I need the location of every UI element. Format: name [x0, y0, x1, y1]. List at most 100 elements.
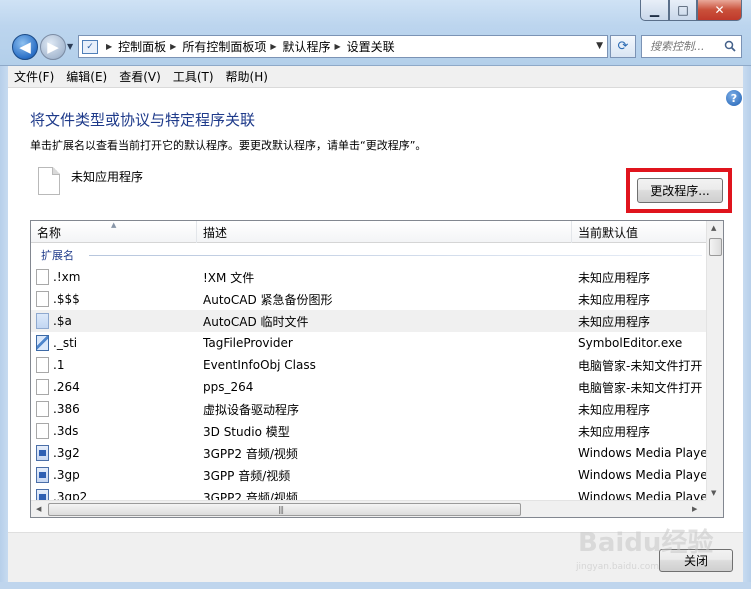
forward-button[interactable]: ▶	[40, 34, 66, 60]
column-header-name-label: 名称	[37, 225, 62, 240]
list-item[interactable]: .3gp 3GPP 音频/视频 Windows Media Player	[31, 464, 706, 486]
description-cell: pps_264	[203, 380, 254, 394]
list-item[interactable]: .3g2 3GPP2 音频/视频 Windows Media Player	[31, 442, 706, 464]
window-frame-right	[743, 66, 751, 589]
extension-cell: .264	[53, 380, 80, 394]
menu-edit[interactable]: 编辑(E)	[60, 68, 113, 85]
file-icon	[36, 357, 49, 373]
footer-bar	[8, 532, 743, 582]
recent-pages-dropdown-icon[interactable]: ▼	[67, 42, 73, 51]
page-title: 将文件类型或协议与特定程序关联	[30, 111, 256, 129]
group-header[interactable]: 扩展名	[31, 246, 706, 264]
default-program-cell: 电脑管家-未知文件打开	[578, 380, 703, 395]
breadcrumb-separator-icon[interactable]: ▶	[106, 42, 112, 51]
default-program-cell: 电脑管家-未知文件打开	[578, 358, 703, 373]
default-program-cell: Windows Media Player	[578, 468, 706, 482]
scroll-up-icon[interactable]: ▲	[711, 224, 716, 232]
menu-view[interactable]: 查看(V)	[113, 68, 167, 85]
breadcrumb-control-panel[interactable]: 控制面板	[118, 38, 166, 55]
close-window-button[interactable]: ✕	[697, 0, 742, 21]
menu-help[interactable]: 帮助(H)	[220, 68, 274, 85]
breadcrumb-separator-icon[interactable]: ▶	[335, 42, 341, 51]
refresh-icon: ⟳	[617, 39, 629, 54]
file-blue-icon	[36, 313, 49, 329]
list-item[interactable]: .!xm !XM 文件 未知应用程序	[31, 266, 706, 288]
vertical-scrollbar[interactable]: ▲ ▼	[706, 221, 723, 500]
close-icon: ✕	[714, 3, 725, 17]
default-program-cell: SymbolEditor.exe	[578, 336, 683, 350]
file-icon	[36, 269, 49, 285]
address-bar[interactable]: ✓ ▶ 控制面板 ▶ 所有控制面板项 ▶ 默认程序 ▶ 设置关联 ▼	[78, 35, 608, 58]
default-program-cell: 未知应用程序	[578, 292, 651, 307]
breadcrumb-default-programs[interactable]: 默认程序	[283, 38, 331, 55]
list-item[interactable]: ._sti TagFileProvider SymbolEditor.exe	[31, 332, 706, 354]
generic-file-icon	[38, 167, 60, 195]
list-item[interactable]: .$a AutoCAD 临时文件 未知应用程序	[31, 310, 706, 332]
extension-cell: .$a	[53, 314, 72, 328]
list-item[interactable]: .386 虚拟设备驱动程序 未知应用程序	[31, 398, 706, 420]
maximize-icon: □	[677, 3, 689, 17]
extension-cell: .1	[53, 358, 65, 372]
list-item[interactable]: .3ds 3D Studio 模型 未知应用程序	[31, 420, 706, 442]
column-header-description-label: 描述	[203, 225, 228, 240]
minimize-button[interactable]: ▁	[640, 0, 669, 21]
search-box[interactable]	[641, 35, 742, 58]
menu-tools[interactable]: 工具(T)	[167, 68, 220, 85]
media-file-icon	[36, 467, 49, 483]
column-header-default[interactable]: 当前默认值	[572, 221, 706, 243]
list-item[interactable]: .$$$ AutoCAD 紧急备份图形 未知应用程序	[31, 288, 706, 310]
default-program-cell: 未知应用程序	[578, 314, 651, 329]
file-icon	[36, 291, 49, 307]
menu-file[interactable]: 文件(F)	[8, 68, 60, 85]
scroll-down-icon[interactable]: ▼	[711, 489, 716, 497]
maximize-button[interactable]: □	[669, 0, 697, 21]
description-cell: 虚拟设备驱动程序	[203, 402, 300, 417]
address-dropdown-icon[interactable]: ▼	[596, 41, 603, 51]
list-item[interactable]: .1 EventInfoObj Class 电脑管家-未知文件打开	[31, 354, 706, 376]
breadcrumb-all-items[interactable]: 所有控制面板项	[182, 38, 266, 55]
extension-cell: ._sti	[53, 336, 78, 350]
control-panel-icon: ✓	[82, 39, 98, 54]
window-frame-left	[0, 66, 8, 589]
list-header: 名称 ▲ 描述 当前默认值	[31, 221, 706, 243]
back-button[interactable]: ◀	[12, 34, 38, 60]
description-cell: TagFileProvider	[203, 336, 293, 350]
extension-cell: .!xm	[53, 270, 81, 284]
window-frame-bottom	[0, 582, 751, 589]
title-bar: ▁ □ ✕ ◀ ▶ ▼ ✓ ▶ 控制面板 ▶ 所有控制面板项 ▶ 默认程序 ▶ …	[0, 0, 751, 66]
vertical-scroll-thumb[interactable]	[709, 238, 722, 256]
extension-cell: .3gp	[53, 468, 80, 482]
breadcrumb-separator-icon[interactable]: ▶	[270, 42, 276, 51]
horizontal-scrollbar[interactable]: ◀ ||| ▶	[31, 500, 723, 517]
extension-cell: .386	[53, 402, 80, 416]
search-input[interactable]	[650, 40, 720, 53]
forward-arrow-icon: ▶	[47, 38, 59, 56]
menu-bar: 文件(F) 编辑(E) 查看(V) 工具(T) 帮助(H)	[8, 66, 743, 88]
sort-ascending-icon: ▲	[111, 221, 117, 229]
close-button[interactable]: 关闭	[659, 549, 733, 572]
default-program-cell: 未知应用程序	[578, 402, 651, 417]
file-association-list[interactable]: 名称 ▲ 描述 当前默认值 扩展名 .!xm !XM 文件 未知应用程序 .$$$ Au…	[30, 220, 724, 518]
scroll-left-icon[interactable]: ◀	[36, 505, 41, 513]
description-cell: 3GPP2 音频/视频	[203, 446, 298, 461]
change-program-button[interactable]: 更改程序...	[637, 178, 723, 203]
breadcrumb-separator-icon[interactable]: ▶	[170, 42, 176, 51]
back-arrow-icon: ◀	[19, 38, 31, 56]
extension-cell: .$$$	[53, 292, 80, 306]
list-item[interactable]: .264 pps_264 电脑管家-未知文件打开	[31, 376, 706, 398]
list-rows: .!xm !XM 文件 未知应用程序 .$$$ AutoCAD 紧急备份图形 未知应用程序…	[31, 266, 706, 508]
column-header-description[interactable]: 描述	[197, 221, 572, 243]
help-icon[interactable]: ?	[726, 90, 742, 106]
breadcrumb-set-associations[interactable]: 设置关联	[347, 38, 395, 55]
group-divider	[89, 255, 702, 256]
search-icon[interactable]	[724, 40, 736, 52]
refresh-button[interactable]: ⟳	[610, 35, 636, 58]
extension-cell: .3g2	[53, 446, 80, 460]
group-label: 扩展名	[41, 249, 74, 262]
description-cell: AutoCAD 紧急备份图形	[203, 292, 333, 307]
description-cell: 3GPP 音频/视频	[203, 468, 291, 483]
scroll-right-icon[interactable]: ▶	[692, 505, 697, 513]
default-program-cell: 未知应用程序	[578, 270, 651, 285]
horizontal-scroll-thumb[interactable]: |||	[48, 503, 521, 516]
extension-cell: .3ds	[53, 424, 79, 438]
